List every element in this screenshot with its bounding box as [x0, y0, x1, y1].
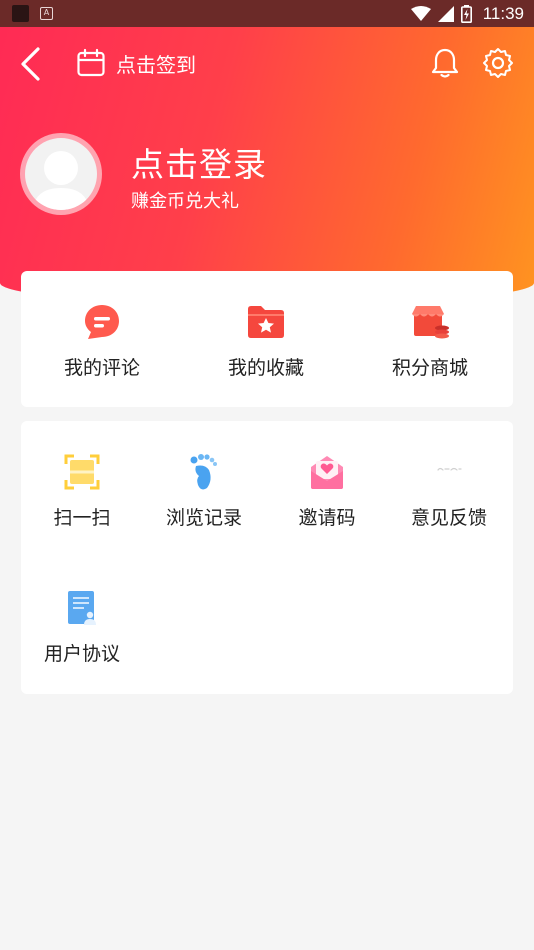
invite-envelope-icon: [311, 456, 343, 489]
default-avatar-icon: [33, 151, 89, 210]
bell-icon: [431, 48, 459, 78]
invite-code-button[interactable]: 邀请码: [288, 451, 366, 530]
invite-code-label: 邀请码: [298, 507, 356, 529]
daily-signin-button[interactable]: 点击签到: [76, 46, 196, 80]
browse-history-label: 浏览记录: [165, 507, 242, 529]
clock: 11:39: [482, 3, 524, 23]
points-shop-label: 积分商城: [391, 357, 468, 379]
scan-button[interactable]: 扫一扫: [43, 451, 121, 530]
avatar[interactable]: [20, 133, 102, 215]
user-agreement-button[interactable]: 用户协议: [43, 587, 121, 666]
my-favorites-button[interactable]: 我的收藏: [227, 301, 305, 380]
my-comments-button[interactable]: 我的评论: [63, 301, 141, 380]
app-notification-icon: [12, 5, 29, 22]
wifi-icon: [410, 5, 431, 21]
scan-icon: [64, 454, 100, 490]
login-prompt[interactable]: 点击登录: [131, 138, 267, 186]
back-button[interactable]: [12, 44, 48, 84]
feedback-button[interactable]: 意见反馈: [410, 451, 488, 530]
my-favorites-label: 我的收藏: [227, 357, 304, 379]
cell-signal-icon: [437, 5, 454, 22]
comment-icon: [85, 305, 119, 339]
user-agreement-icon: [68, 591, 96, 625]
points-shop-icon: [412, 306, 449, 339]
settings-button[interactable]: [480, 46, 516, 80]
browse-history-button[interactable]: 浏览记录: [165, 451, 243, 530]
footprint-icon: [190, 454, 217, 490]
back-arrow-icon: [21, 47, 40, 81]
top-bar: 点击签到: [0, 40, 534, 86]
points-shop-button[interactable]: 积分商城: [391, 301, 469, 380]
services-card: 扫一扫 浏览记录 邀请码 意见反馈 用户协议: [21, 421, 513, 694]
my-comments-label: 我的评论: [63, 357, 140, 379]
quick-actions-card: 我的评论 我的收藏 积分商城: [21, 271, 513, 407]
login-subtitle: 赚金币兑大礼: [131, 191, 239, 212]
calendar-icon: [77, 48, 105, 77]
keyboard-notification-icon: A: [40, 7, 53, 20]
notifications-button[interactable]: [428, 46, 462, 80]
battery-icon: [460, 4, 472, 23]
gear-icon: [483, 48, 513, 78]
feedback-label: 意见反馈: [410, 507, 487, 529]
status-bar: A 11:39: [0, 0, 534, 27]
feedback-icon: [437, 467, 462, 471]
user-agreement-label: 用户协议: [43, 643, 120, 665]
favorites-folder-icon: [248, 306, 284, 338]
scan-label: 扫一扫: [53, 507, 111, 529]
signin-label: 点击签到: [116, 52, 196, 77]
